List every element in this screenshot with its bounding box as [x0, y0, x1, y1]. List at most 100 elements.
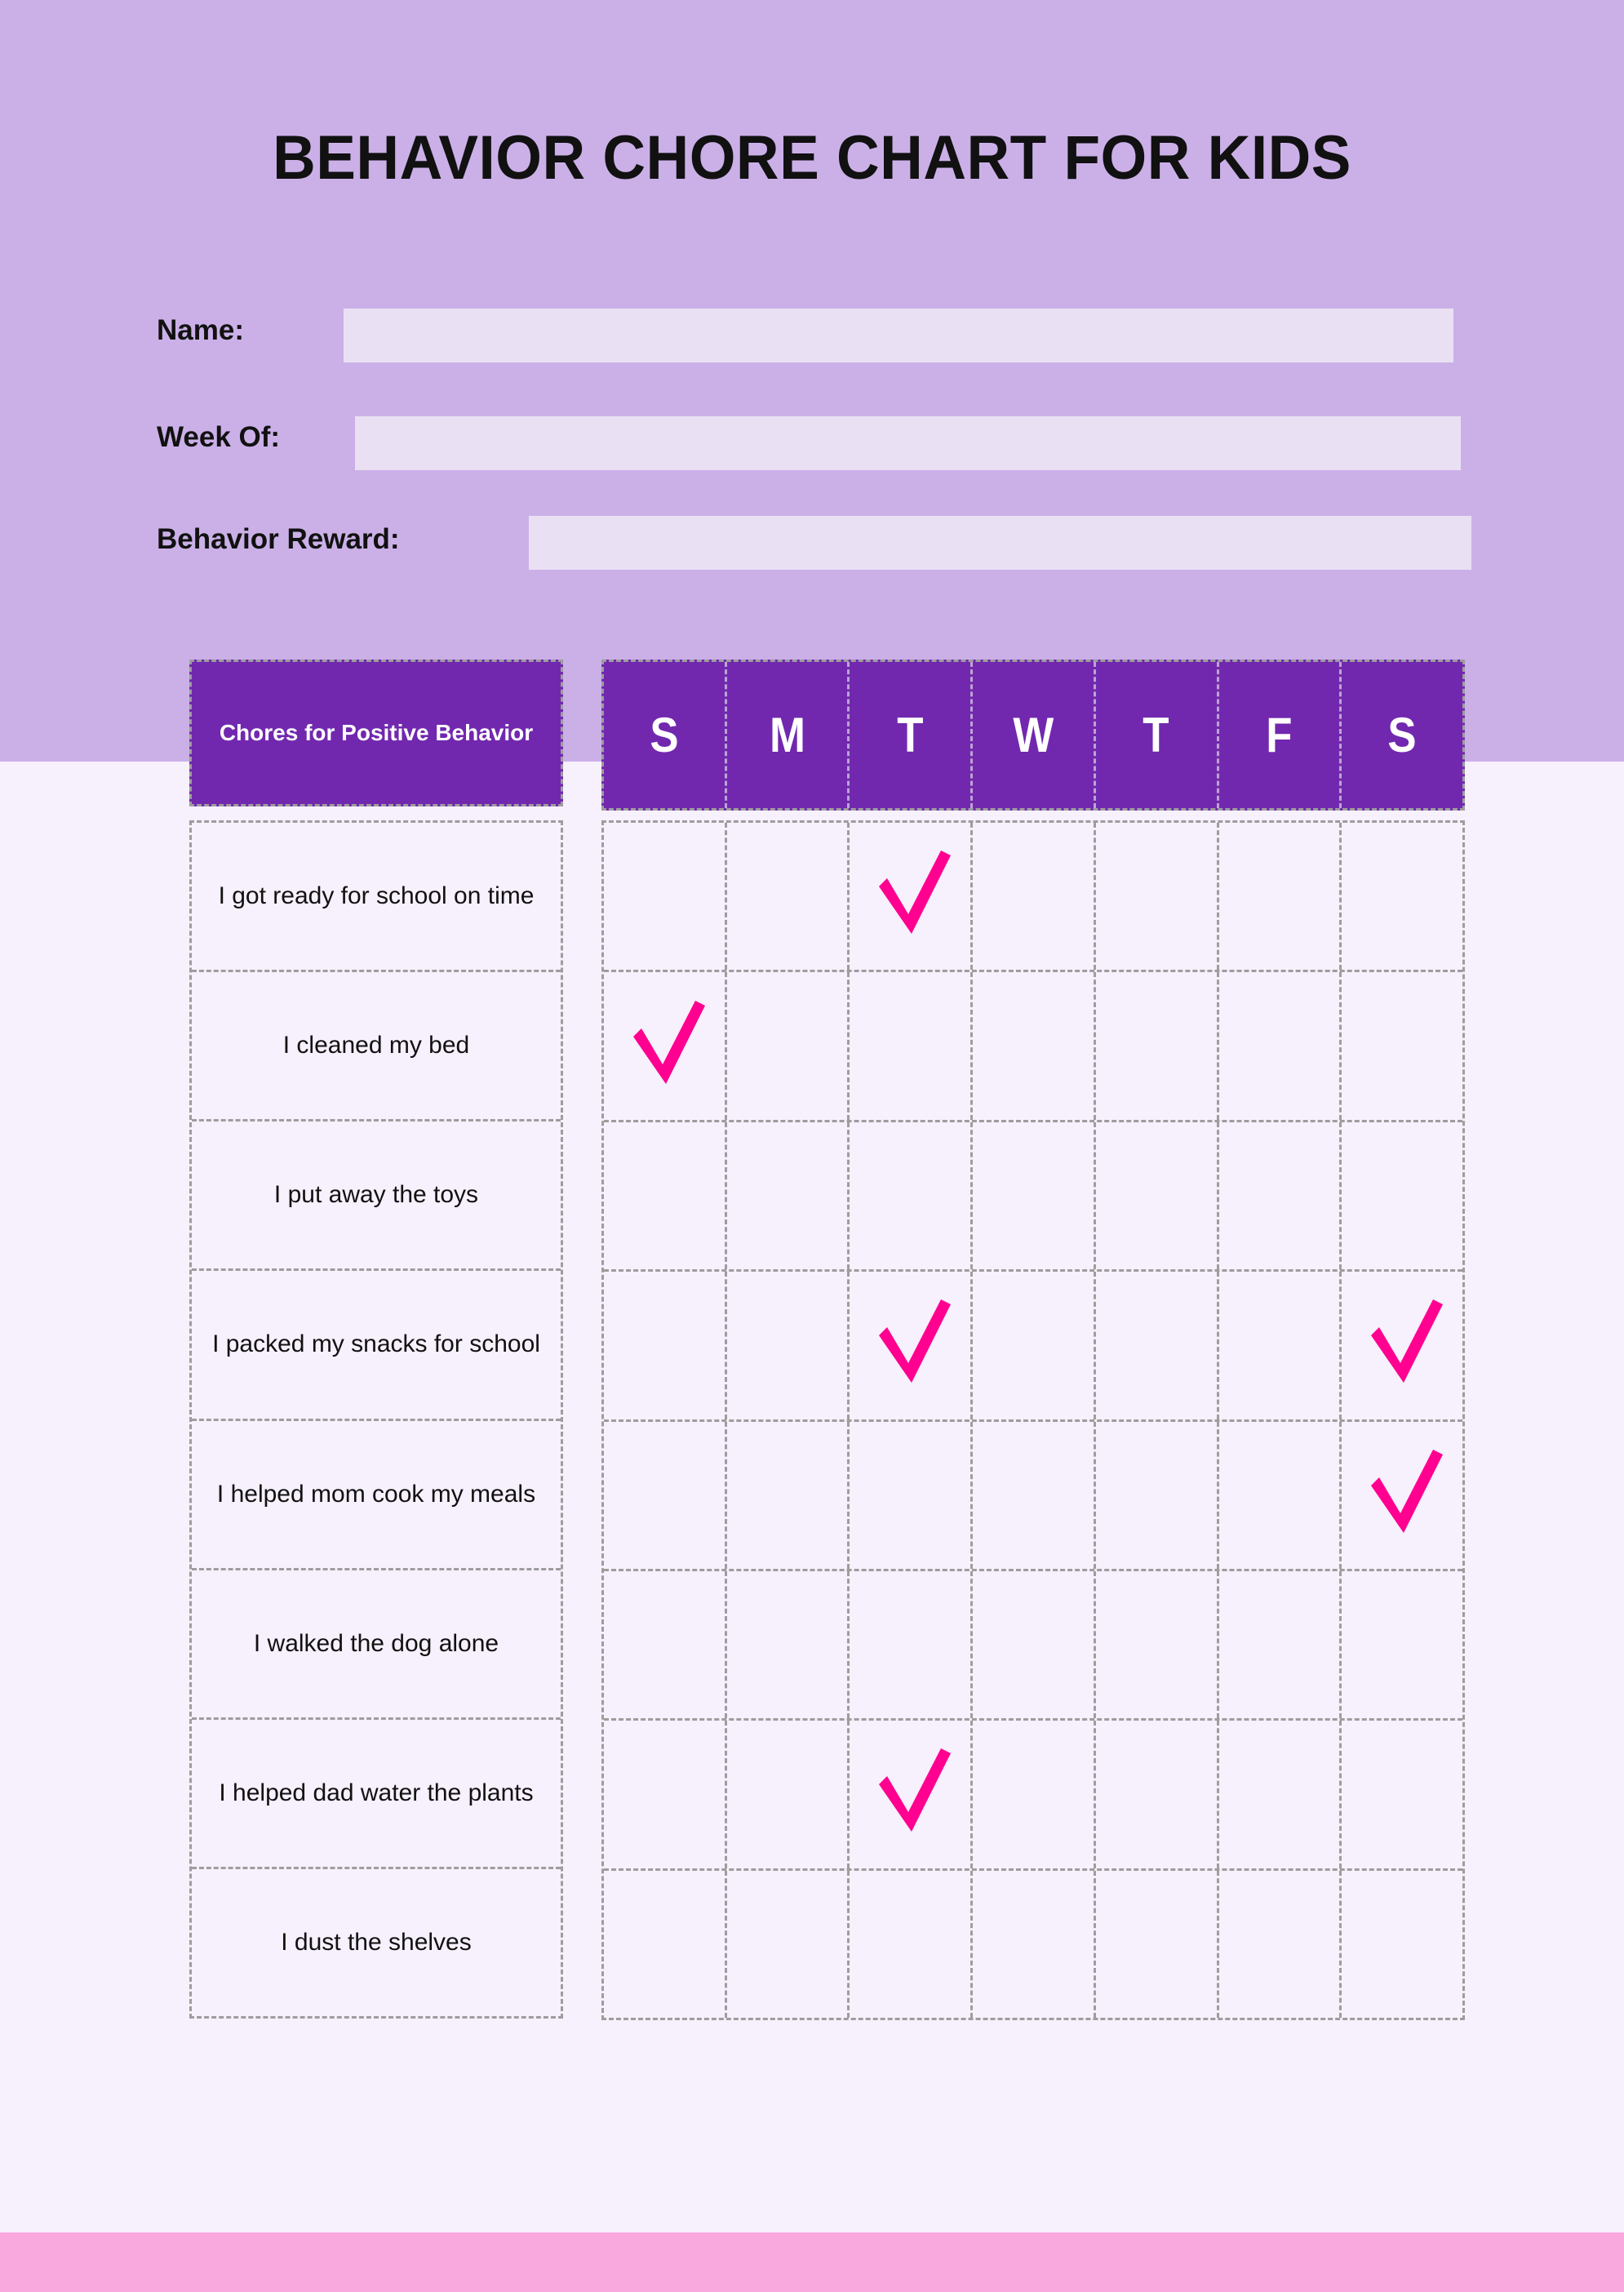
day-header-cell: F	[1219, 662, 1342, 808]
chores-column: I got ready for school on time I cleaned …	[189, 820, 563, 2019]
chore-label: I packed my snacks for school	[212, 1330, 540, 1358]
chore-row: I packed my snacks for school	[192, 1271, 561, 1421]
check-cell[interactable]	[1219, 1721, 1342, 1868]
day-letter: S	[1387, 708, 1417, 762]
check-cell[interactable]	[1342, 1422, 1462, 1569]
check-cell[interactable]	[973, 1272, 1096, 1419]
chore-label: I helped dad water the plants	[219, 1779, 534, 1806]
day-header-cell: W	[973, 662, 1096, 808]
grid-row	[604, 823, 1462, 973]
chore-label: I cleaned my bed	[282, 1032, 470, 1059]
check-cell[interactable]	[850, 1570, 974, 1719]
check-cell[interactable]	[604, 1272, 727, 1419]
checkmark-icon	[1368, 1298, 1446, 1388]
checkmark-icon	[876, 1747, 954, 1837]
check-cell[interactable]	[727, 1421, 850, 1569]
check-cell[interactable]	[1219, 823, 1342, 971]
chore-row: I put away the toys	[192, 1122, 561, 1272]
chore-row: I helped mom cook my meals	[192, 1421, 561, 1570]
grid-row	[604, 1570, 1462, 1721]
check-cell[interactable]	[1096, 972, 1219, 1120]
check-cell[interactable]	[1219, 1570, 1342, 1719]
grid-row	[604, 1421, 1462, 1571]
name-label: Name:	[157, 314, 244, 346]
day-header-cell: M	[727, 662, 850, 808]
lavender-header-band	[0, 0, 1624, 762]
check-cell[interactable]	[973, 1122, 1096, 1270]
check-cell[interactable]	[1219, 1870, 1342, 2018]
check-cell[interactable]	[973, 1870, 1096, 2018]
day-letter: M	[769, 708, 805, 762]
check-cell[interactable]	[604, 1570, 727, 1719]
check-cell[interactable]	[1342, 972, 1462, 1119]
check-cell[interactable]	[604, 1870, 727, 2018]
day-header-cell: T	[850, 662, 974, 808]
check-cell[interactable]	[1096, 1721, 1219, 1868]
check-cell[interactable]	[727, 1870, 850, 2018]
check-cell[interactable]	[1342, 823, 1462, 970]
check-cell[interactable]	[850, 823, 974, 971]
chore-row: I got ready for school on time	[192, 823, 561, 973]
check-cell[interactable]	[1096, 1122, 1219, 1270]
check-cell[interactable]	[1096, 1570, 1219, 1719]
check-cell[interactable]	[850, 972, 974, 1120]
grid-row	[604, 1272, 1462, 1422]
pink-footer-band	[0, 2232, 1624, 2292]
chores-column-header: Chores for Positive Behavior	[189, 660, 563, 806]
checkmark-icon	[876, 1298, 954, 1388]
check-cell[interactable]	[604, 823, 727, 971]
check-cell[interactable]	[1219, 1122, 1342, 1270]
check-cell[interactable]	[1096, 1272, 1219, 1419]
check-cell[interactable]	[1096, 823, 1219, 971]
day-letter: W	[1013, 708, 1054, 762]
day-header-cell: T	[1096, 662, 1219, 808]
check-cell[interactable]	[727, 972, 850, 1120]
check-cell[interactable]	[604, 1421, 727, 1569]
check-cell[interactable]	[1219, 1272, 1342, 1419]
check-cell[interactable]	[850, 1122, 974, 1270]
chore-label: I dust the shelves	[281, 1928, 472, 1956]
chore-row: I helped dad water the plants	[192, 1720, 561, 1869]
check-cell[interactable]	[973, 972, 1096, 1120]
check-cell[interactable]	[1342, 1122, 1462, 1269]
check-cell[interactable]	[850, 1870, 974, 2018]
check-cell[interactable]	[727, 1272, 850, 1419]
check-cell[interactable]	[1342, 1272, 1462, 1419]
check-cell[interactable]	[973, 823, 1096, 971]
checkmark-icon	[876, 849, 954, 939]
checkmark-icon	[1368, 1448, 1446, 1538]
check-cell[interactable]	[1096, 1870, 1219, 2018]
check-cell[interactable]	[727, 1122, 850, 1270]
check-cell[interactable]	[973, 1721, 1096, 1868]
check-cell[interactable]	[1096, 1421, 1219, 1569]
day-header-cell: S	[604, 662, 727, 808]
check-cell[interactable]	[727, 823, 850, 971]
check-cell[interactable]	[1342, 1871, 1462, 2018]
grid-row	[604, 1721, 1462, 1871]
chore-label: I walked the dog alone	[253, 1629, 499, 1657]
check-cell[interactable]	[727, 1721, 850, 1868]
check-cell[interactable]	[604, 1721, 727, 1868]
check-cell[interactable]	[1342, 1721, 1462, 1868]
check-cell[interactable]	[727, 1570, 850, 1719]
chore-row: I walked the dog alone	[192, 1570, 561, 1720]
check-cell[interactable]	[850, 1721, 974, 1868]
check-cell[interactable]	[604, 1122, 727, 1270]
check-cell[interactable]	[850, 1421, 974, 1569]
day-header-cell: S	[1342, 662, 1462, 808]
check-cell[interactable]	[973, 1570, 1096, 1719]
chore-label: I got ready for school on time	[218, 882, 535, 910]
check-cell[interactable]	[973, 1421, 1096, 1569]
checkmark-icon	[630, 999, 708, 1089]
check-cell[interactable]	[1342, 1571, 1462, 1718]
grid-row	[604, 972, 1462, 1122]
check-cell[interactable]	[850, 1272, 974, 1419]
day-letter: T	[897, 708, 924, 762]
check-cell[interactable]	[1219, 1421, 1342, 1569]
check-cell[interactable]	[604, 972, 727, 1120]
name-input[interactable]	[344, 309, 1453, 362]
week-of-input[interactable]	[355, 416, 1461, 470]
behavior-reward-input[interactable]	[529, 516, 1471, 570]
check-cell[interactable]	[1219, 972, 1342, 1120]
behavior-reward-label: Behavior Reward:	[157, 523, 400, 555]
